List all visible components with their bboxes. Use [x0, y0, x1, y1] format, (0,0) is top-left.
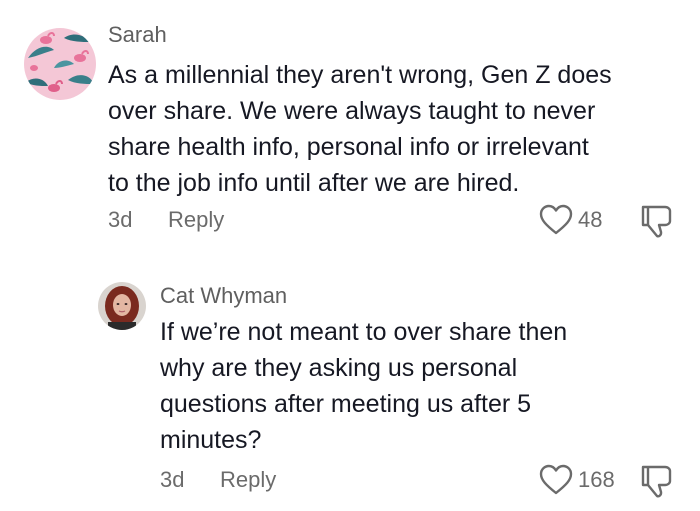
comment-text: If we’re not meant to over share then wh… — [160, 318, 568, 454]
comment-username[interactable]: Cat Whyman — [160, 283, 287, 309]
like-count: 168 — [578, 467, 615, 492]
profile-photo-avatar-icon — [98, 282, 146, 330]
comment-cat-whyman: Cat Whyman If we’re not meant to over sh… — [0, 0, 700, 511]
avatar[interactable] — [98, 282, 146, 330]
thumbs-down-outline-icon — [641, 465, 672, 498]
reply-button[interactable]: Reply — [220, 467, 276, 493]
like-button[interactable]: 168 — [538, 464, 615, 496]
heart-outline-icon — [539, 464, 573, 495]
comment-timestamp: 3d — [160, 467, 185, 492]
dislike-button[interactable] — [637, 461, 677, 501]
